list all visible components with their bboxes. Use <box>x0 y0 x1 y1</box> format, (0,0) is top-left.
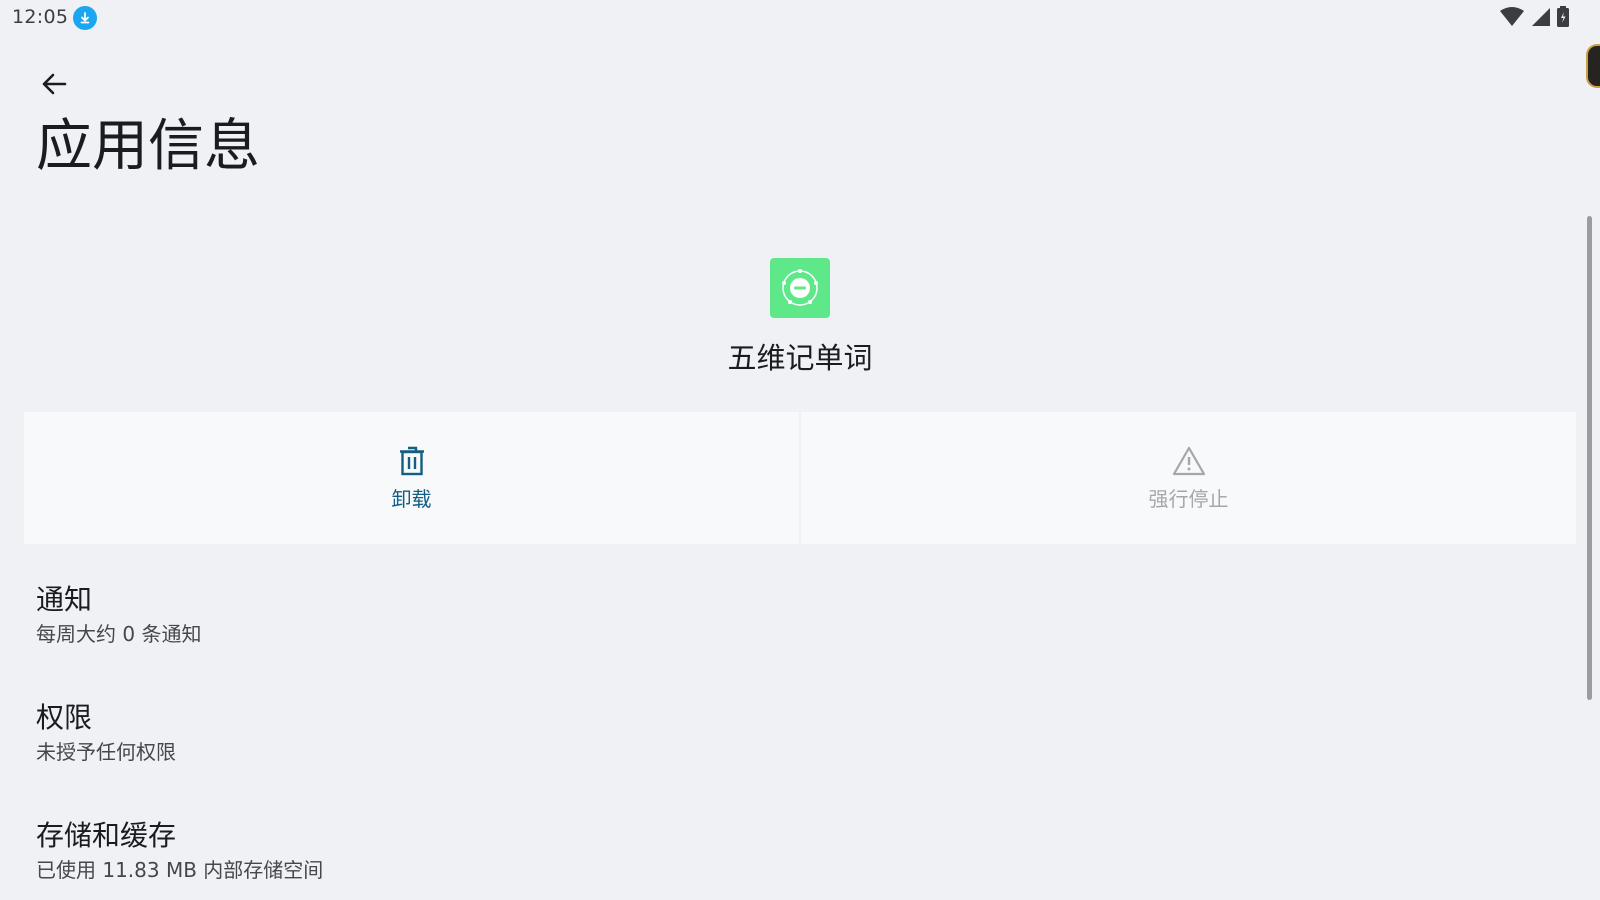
back-button[interactable] <box>30 64 78 108</box>
scrollbar-thumb[interactable] <box>1587 216 1592 700</box>
uninstall-label: 卸载 <box>391 487 432 511</box>
settings-item-storage[interactable]: 存储和缓存 已使用 11.83 MB 内部存储空间 <box>36 818 1536 884</box>
status-clock: 12:05 <box>12 6 69 28</box>
notifications-summary: 每周大约 0 条通知 <box>36 622 202 646</box>
force-stop-label: 强行停止 <box>1148 487 1229 511</box>
page-title: 应用信息 <box>36 114 260 179</box>
download-icon <box>73 6 97 30</box>
force-stop-button[interactable]: 强行停止 <box>801 412 1576 544</box>
app-info-screen: 12:05 应用信息 五维记单词 卸载 强行停止 通知 每周大约 0 条通知 权… <box>0 0 1600 900</box>
signal-icon <box>1530 7 1550 31</box>
edge-panel-handle[interactable] <box>1586 44 1600 88</box>
status-icons <box>1500 6 1570 32</box>
trash-icon <box>399 444 425 478</box>
action-buttons: 卸载 强行停止 <box>24 412 1576 544</box>
status-bar: 12:05 <box>0 0 1600 36</box>
notifications-title: 通知 <box>36 583 93 616</box>
storage-summary: 已使用 11.83 MB 内部存储空间 <box>36 858 324 882</box>
wifi-icon <box>1500 7 1524 31</box>
permissions-title: 权限 <box>36 701 93 734</box>
settings-item-notifications[interactable]: 通知 每周大约 0 条通知 <box>36 582 1536 648</box>
app-logo-icon <box>770 258 830 318</box>
uninstall-button[interactable]: 卸载 <box>24 412 799 544</box>
arrow-left-icon <box>40 70 68 102</box>
permissions-summary: 未授予任何权限 <box>36 740 176 764</box>
app-name: 五维记单词 <box>727 341 873 375</box>
warning-icon <box>1172 444 1206 478</box>
battery-charging-icon <box>1556 6 1570 32</box>
settings-item-permissions[interactable]: 权限 未授予任何权限 <box>36 700 1536 766</box>
storage-title: 存储和缓存 <box>36 819 177 852</box>
